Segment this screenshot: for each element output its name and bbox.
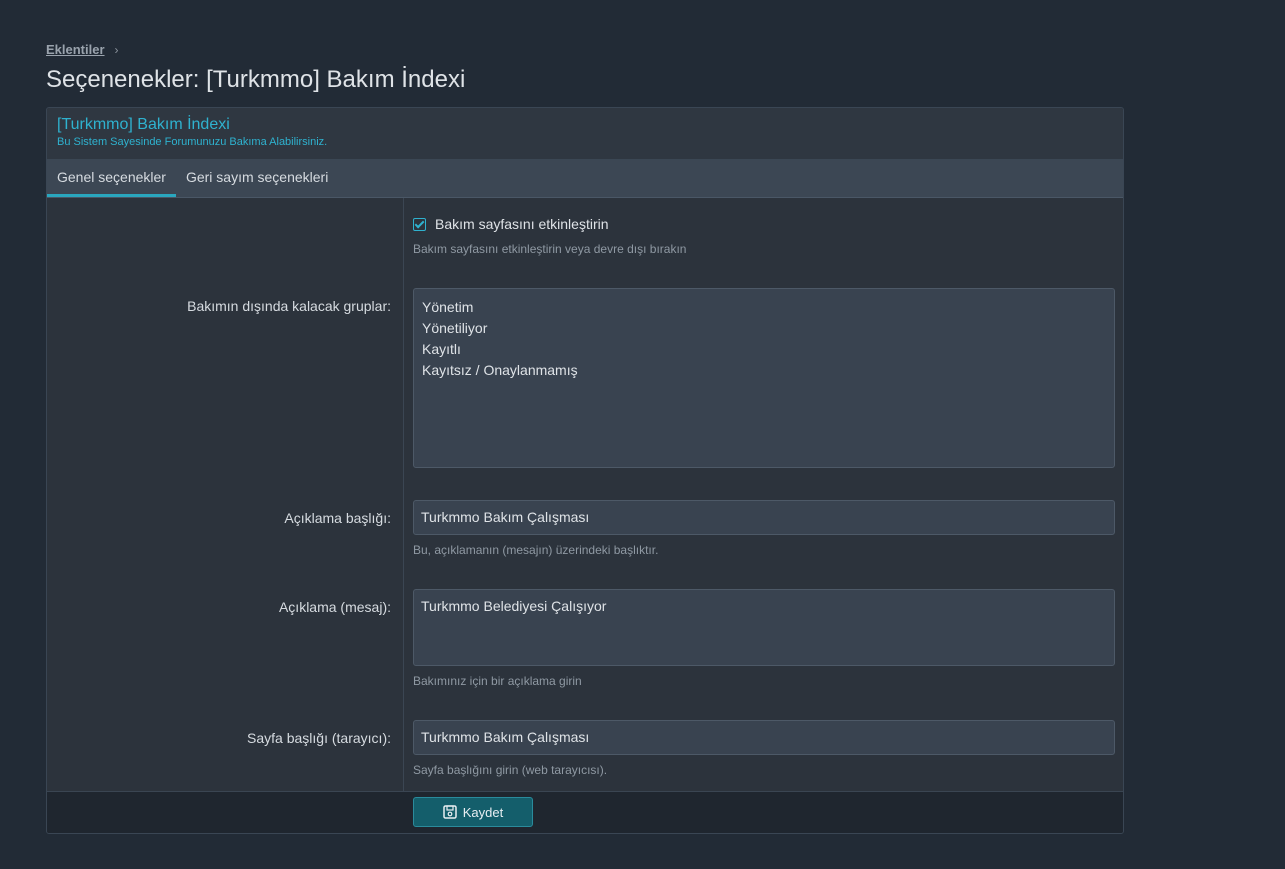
page-title-input[interactable]: Turkmmo Bakım Çalışması	[413, 720, 1115, 755]
tab-countdown-options[interactable]: Geri sayım seçenekleri	[176, 160, 338, 197]
desc-message-textarea[interactable]: Turkmmo Belediyesi Çalışıyor	[413, 589, 1115, 666]
tab-bar: Genel seçenekler Geri sayım seçenekleri	[47, 160, 1123, 198]
breadcrumb: Eklentiler ›	[46, 42, 119, 57]
desc-message-field: Turkmmo Belediyesi Çalışıyor Bakımınız i…	[413, 589, 1115, 688]
enable-checkbox-row[interactable]: Bakım sayfasını etkinleştirin	[413, 216, 1115, 232]
enable-checkbox-label: Bakım sayfasını etkinleştirin	[435, 216, 609, 232]
desc-title-field: Turkmmo Bakım Çalışması Bu, açıklamanın …	[413, 500, 1115, 557]
group-option-kayitli[interactable]: Kayıtlı	[422, 339, 1106, 360]
groups-label: Bakımın dışında kalacak gruplar:	[187, 298, 391, 314]
save-button[interactable]: Kaydet	[413, 797, 533, 827]
desc-message-hint: Bakımınız için bir açıklama girin	[413, 674, 582, 688]
page-title-label: Sayfa başlığı (tarayıcı):	[247, 730, 391, 746]
chevron-right-icon: ›	[114, 42, 119, 57]
breadcrumb-link-eklentiler[interactable]: Eklentiler	[46, 42, 105, 57]
desc-title-input[interactable]: Turkmmo Bakım Çalışması	[413, 500, 1115, 535]
enable-option: Bakım sayfasını etkinleştirin Bakım sayf…	[413, 216, 1115, 256]
groups-listbox[interactable]: Yönetim Yönetiliyor Kayıtlı Kayıtsız / O…	[413, 288, 1115, 468]
page-title: Seçenenekler: [Turkmmo] Bakım İndexi	[46, 66, 466, 93]
save-icon	[443, 805, 457, 819]
form-footer: Kaydet	[47, 791, 1123, 833]
group-option-kayitsiz[interactable]: Kayıtsız / Onaylanmamış	[422, 360, 1106, 381]
page-title-hint: Sayfa başlığını girin (web tarayıcısı).	[413, 763, 608, 777]
desc-title-label: Açıklama başlığı:	[284, 510, 391, 526]
label-column	[47, 198, 404, 794]
block-header: [Turkmmo] Bakım İndexi Bu Sistem Sayesin…	[47, 108, 1123, 160]
block-description: Bu Sistem Sayesinde Forumunuzu Bakıma Al…	[57, 136, 328, 148]
form-body: Bakım sayfasını etkinleştirin Bakım sayf…	[47, 198, 1123, 794]
tab-general-options[interactable]: Genel seçenekler	[47, 160, 176, 197]
block-title: [Turkmmo] Bakım İndexi	[57, 116, 230, 133]
options-block: [Turkmmo] Bakım İndexi Bu Sistem Sayesin…	[46, 107, 1124, 834]
group-option-yonetim[interactable]: Yönetim	[422, 297, 1106, 318]
page-title-field: Turkmmo Bakım Çalışması Sayfa başlığını …	[413, 720, 1115, 777]
desc-title-hint: Bu, açıklamanın (mesajın) üzerindeki baş…	[413, 543, 659, 557]
enable-checkbox[interactable]	[413, 217, 426, 231]
groups-field: Yönetim Yönetiliyor Kayıtlı Kayıtsız / O…	[413, 288, 1115, 468]
desc-message-label: Açıklama (mesaj):	[278, 599, 391, 615]
enable-hint: Bakım sayfasını etkinleştirin veya devre…	[413, 242, 687, 256]
group-option-yonetiliyor[interactable]: Yönetiliyor	[422, 318, 1106, 339]
save-button-label: Kaydet	[462, 804, 504, 820]
